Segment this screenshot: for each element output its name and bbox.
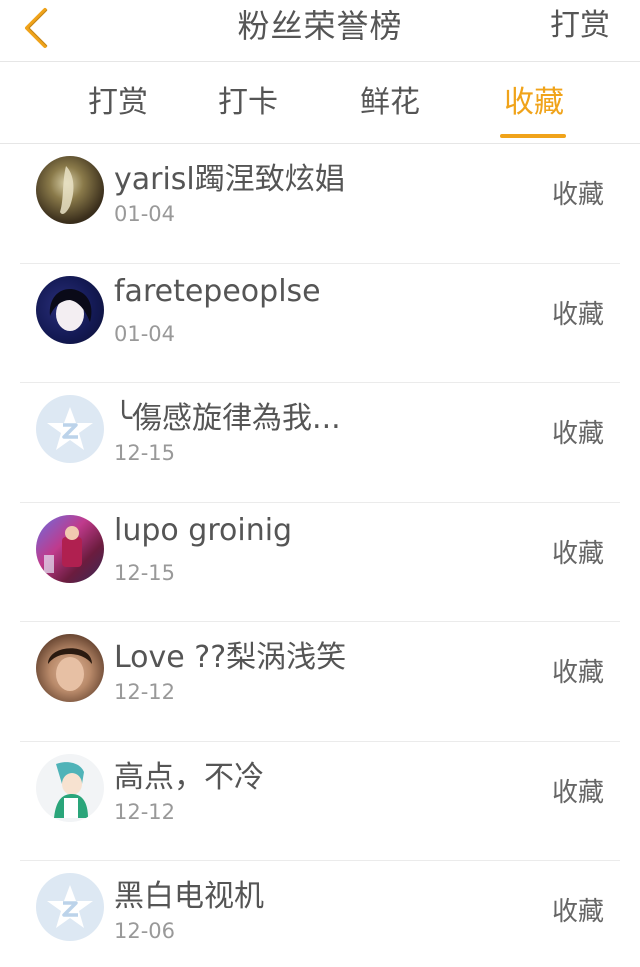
fan-date: 01-04 [114,321,176,346]
avatar [36,275,104,344]
list-item[interactable]: 高点，不冷 12-12 收藏 [20,742,620,861]
tab-label: 打卡 [218,85,278,120]
tab-label: 打赏 [88,85,148,120]
favorite-label: 收藏 [551,658,604,688]
fan-date: 12-06 [114,919,176,943]
tab-checkin[interactable]: 打卡 [188,62,308,144]
reward-button[interactable]: 打赏 [550,0,610,58]
qq-star-icon [47,885,93,928]
favorite-label: 收藏 [551,777,604,808]
fan-date: 12-12 [114,799,176,824]
tab-label: 收藏 [504,85,564,120]
favorite-label: 收藏 [551,538,604,569]
tab-reward[interactable]: 打赏 [58,62,178,144]
list-item[interactable]: lupo groinig 12-15 收藏 [20,503,620,622]
avatar [36,634,104,702]
active-tab-indicator [500,134,566,138]
avatar [36,156,104,224]
list-item[interactable]: faretepeoplse 01-04 收藏 [20,264,620,383]
fan-name: yarisl躅涅致炫娼 [114,162,345,197]
fan-date: 01-04 [114,202,176,226]
list-item[interactable]: Love ??梨涡浅笑 12-12 收藏 [20,622,620,742]
fan-name: 黑白电视机 [114,879,264,914]
favorite-label: 收藏 [551,180,604,210]
fan-date: 12-15 [114,560,176,585]
list-item[interactable]: 黑白电视机 12-06 收藏 [20,861,620,967]
tab-flowers[interactable]: 鲜花 [330,62,450,144]
qq-star-icon [47,407,93,450]
fan-date: 12-15 [114,441,176,465]
list-item[interactable]: ╰傷感旋律為我... 12-15 收藏 [20,383,620,503]
top-bar: 粉丝荣誉榜 打赏 [0,0,640,62]
fan-list: yarisl躅涅致炫娼 01-04 收藏 faretepeoplse 01-04… [0,144,640,967]
tab-label: 鲜花 [360,85,420,120]
list-item[interactable]: yarisl躅涅致炫娼 01-04 收藏 [20,144,620,264]
avatar [36,753,104,822]
favorite-label: 收藏 [551,299,604,330]
favorite-label: 收藏 [551,897,604,927]
fan-name: lupo groinig [114,512,293,548]
default-qq-avatar [36,395,104,463]
tab-favorites[interactable]: 收藏 [474,62,594,144]
page-title: 粉丝荣誉榜 [237,7,403,45]
fan-name: 高点，不冷 [114,759,264,795]
fan-date: 12-12 [114,680,176,704]
fan-name: ╰傷感旋律為我... [114,401,341,436]
avatar [36,514,104,583]
fan-name: Love ??梨涡浅笑 [114,640,347,675]
fan-name: faretepeoplse [114,273,321,309]
tab-bar: 打赏 打卡 鲜花 收藏 [0,62,640,144]
favorite-label: 收藏 [551,419,604,449]
default-qq-avatar [36,873,104,941]
